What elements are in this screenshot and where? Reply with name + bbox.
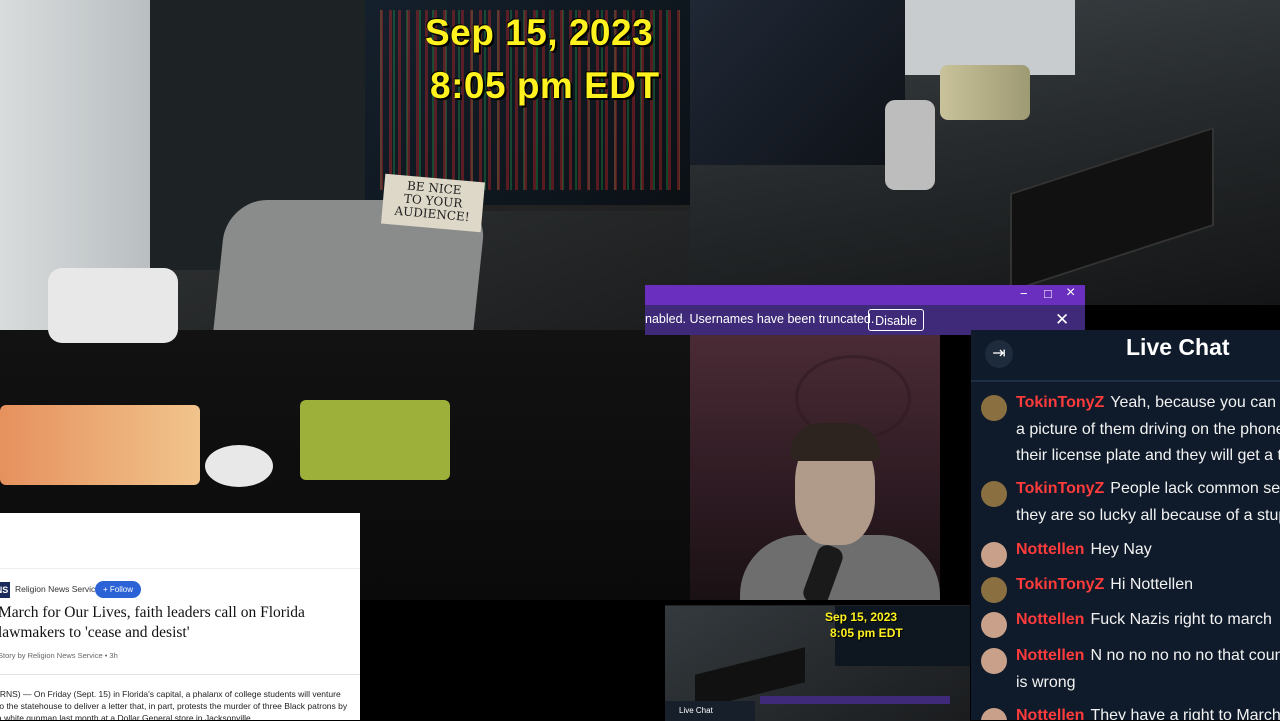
user-avatar[interactable] [981, 648, 1007, 674]
minimize-icon[interactable]: − [1020, 286, 1028, 301]
stream-preview: Sep 15, 2023 8:05 pm EDT Live Chat [665, 605, 970, 721]
preview-chat-label: Live Chat [665, 701, 755, 721]
news-article-card[interactable]: NS Religion News Service + Follow March … [0, 513, 360, 720]
chat-username[interactable]: Nottellen [1016, 611, 1084, 628]
chat-username[interactable]: TokinTonyZ [1016, 576, 1104, 593]
towel [300, 400, 450, 480]
exit-icon[interactable]: ⇥ [985, 340, 1013, 368]
desk-monitor [690, 0, 905, 165]
user-avatar[interactable] [981, 481, 1007, 507]
close-icon[interactable]: ✕ [1055, 309, 1069, 331]
keyboard [1010, 126, 1214, 293]
desk-mat [0, 405, 200, 485]
chat-message-text: Nottellen They have a right to March [1016, 703, 1280, 720]
article-body: (RNS) — On Friday (Sept. 15) in Florida'… [0, 689, 348, 720]
desk-monitor-2 [905, 0, 1075, 75]
jars [940, 65, 1030, 120]
window-close-icon[interactable]: × [1066, 284, 1075, 302]
chat-title: Live Chat [1126, 334, 1230, 360]
camera-feed-desk [690, 0, 1280, 305]
chat-text: Hi Nottellen [1110, 576, 1193, 593]
preview-date: Sep 15, 2023 [825, 610, 898, 624]
article-byline: Story by Religion News Service • 3h [0, 651, 118, 660]
user-avatar[interactable] [981, 542, 1007, 568]
chat-username[interactable]: Nottellen [1016, 707, 1084, 720]
user-avatar[interactable] [981, 577, 1007, 603]
chat-text: Fuck Nazis right to march [1090, 611, 1272, 628]
article-top-band [0, 513, 360, 569]
notification-titlebar [645, 285, 1085, 305]
source-name[interactable]: Religion News Service [15, 584, 100, 594]
overlay-time: 8:05 pm EDT [430, 65, 660, 106]
chat-message-text: TokinTonyZ Hi Nottellen [1016, 572, 1280, 599]
chat-message-text: TokinTonyZPeople lack common sense they … [1016, 476, 1280, 529]
notification-text: nabled. Usernames have been truncated. [645, 312, 875, 326]
user-avatar[interactable] [981, 395, 1007, 421]
overlay-date: Sep 15, 2023 [425, 12, 654, 53]
user-avatar[interactable] [981, 612, 1007, 638]
chat-username[interactable]: TokinTonyZ [1016, 394, 1104, 411]
source-logo: NS [0, 582, 10, 598]
preview-notification-bar [760, 696, 950, 704]
chat-username[interactable]: TokinTonyZ [1016, 480, 1104, 497]
chat-username[interactable]: Nottellen [1016, 541, 1084, 558]
chat-username[interactable]: Nottellen [1016, 647, 1084, 664]
divider [0, 674, 360, 675]
pillow [48, 268, 178, 343]
chat-text: They have a right to March [1090, 707, 1280, 720]
hair [790, 423, 880, 461]
preview-time: 8:05 pm EDT [830, 626, 903, 640]
chat-message-text: Nottellen Fuck Nazis right to march [1016, 607, 1280, 634]
cup [205, 445, 273, 487]
user-avatar[interactable] [981, 708, 1007, 720]
maximize-icon[interactable]: □ [1044, 286, 1052, 301]
chat-message-text: Nottellen Hey Nay [1016, 537, 1280, 564]
follow-button[interactable]: + Follow [95, 581, 141, 598]
microphone [885, 100, 935, 190]
chat-text: Hey Nay [1090, 541, 1152, 558]
live-chat-panel: ⇥ Live Chat TokinTonyZ Yeah, because you … [971, 330, 1280, 720]
article-headline[interactable]: March for Our Lives, faith leaders call … [0, 603, 358, 643]
sticky-note: BE NICE TO YOUR AUDIENCE! [381, 173, 485, 233]
camera-feed-streamer [690, 335, 940, 600]
chat-header: ⇥ Live Chat [971, 330, 1280, 382]
chat-message-text: NottellenN no no no no no that country i… [1016, 643, 1280, 696]
disable-button[interactable]: Disable [868, 309, 924, 331]
chat-message-text: TokinTonyZYeah, because you can take a p… [1016, 390, 1280, 470]
